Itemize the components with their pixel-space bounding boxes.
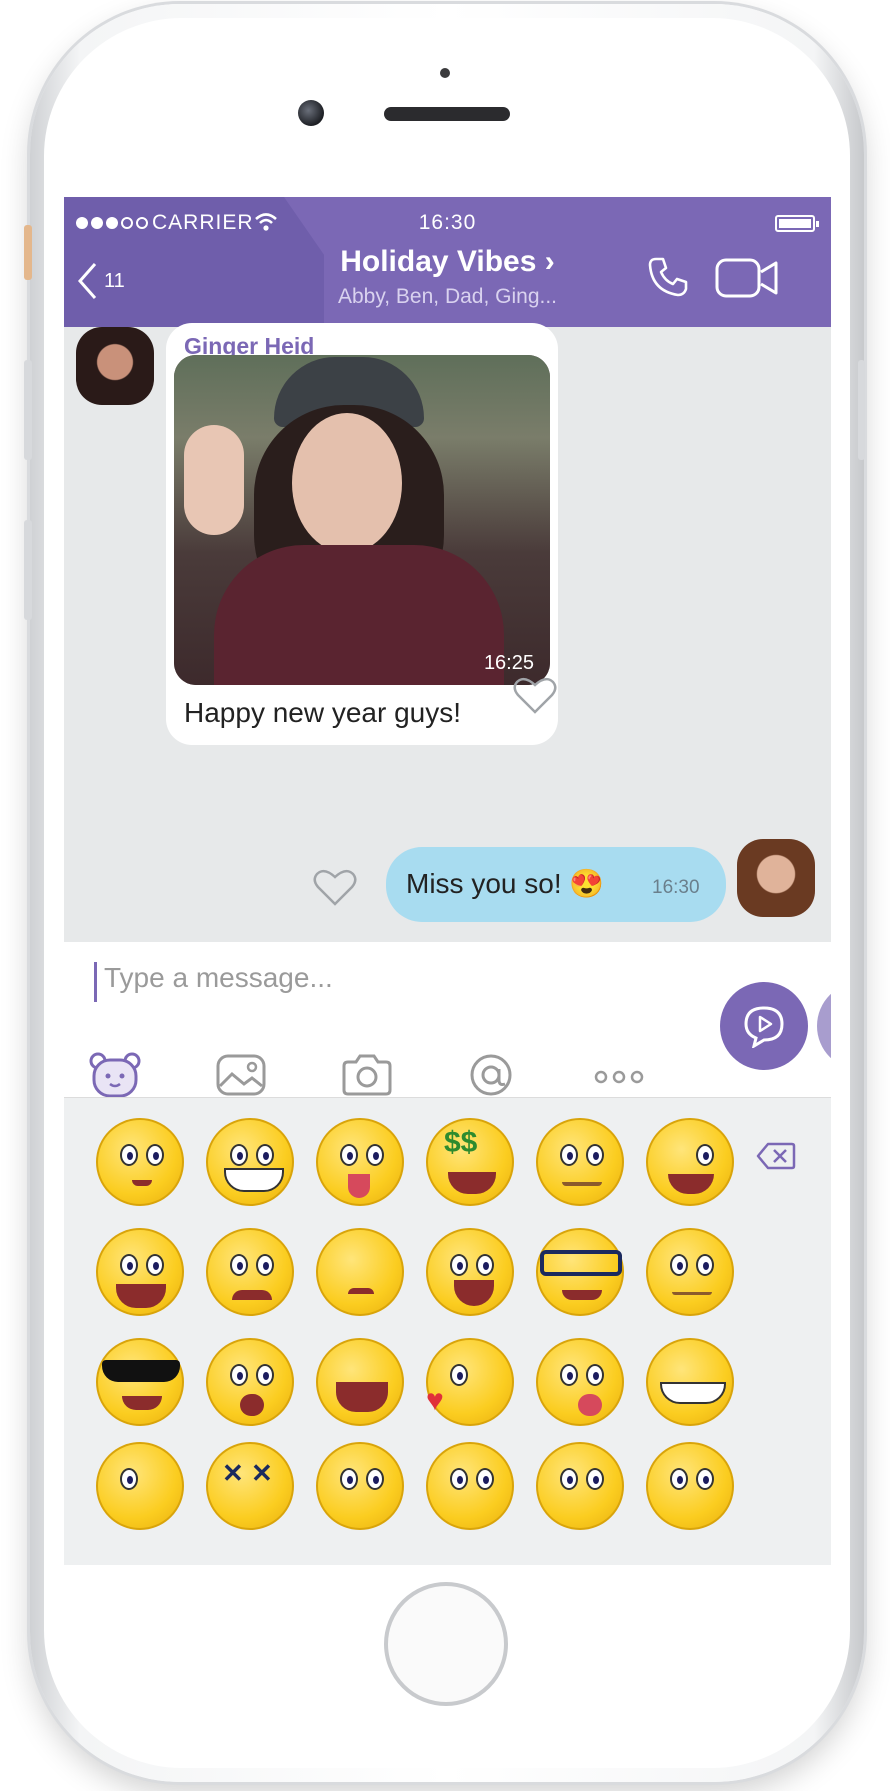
emoji-wink[interactable]: [646, 1118, 734, 1206]
message-input[interactable]: Type a message...: [104, 962, 333, 994]
emoji-crying-laugh[interactable]: [316, 1338, 404, 1426]
emoji-grimace[interactable]: [646, 1338, 734, 1426]
more-icon[interactable]: [592, 1052, 646, 1098]
sticker-icon[interactable]: [88, 1052, 142, 1098]
emoji-worried[interactable]: [206, 1228, 294, 1316]
emoji-neutral[interactable]: [316, 1442, 404, 1530]
emoji-unamused[interactable]: [426, 1442, 514, 1530]
emoji-dizzy[interactable]: [96, 1442, 184, 1530]
emoji-frown[interactable]: [536, 1442, 624, 1530]
volume-up-button: [24, 360, 32, 460]
photo-face: [292, 413, 402, 553]
chat-header: CARRIER 16:30 11 Holiday Vibes › Abby, B…: [64, 197, 831, 327]
emoji-money-eyes[interactable]: $$: [426, 1118, 514, 1206]
message-composer: Type a message...: [64, 942, 831, 1098]
emoji-shocked[interactable]: [206, 1338, 294, 1426]
emoji-kiss[interactable]: ♥: [426, 1338, 514, 1426]
photo-timestamp: 16:25: [483, 652, 534, 674]
like-heart-icon[interactable]: [512, 675, 558, 715]
gallery-icon[interactable]: [214, 1052, 268, 1098]
power-button: [858, 360, 865, 460]
status-time: 16:30: [418, 211, 477, 234]
screen: CARRIER 16:30 11 Holiday Vibes › Abby, B…: [64, 197, 831, 1565]
emoji-angry-shout[interactable]: [426, 1228, 514, 1316]
front-camera: [298, 100, 324, 126]
emoji-panel: $$ ♥ ✕ ✕: [64, 1097, 831, 1565]
secondary-action-button[interactable]: [817, 982, 831, 1070]
send-bubble-icon: [744, 1006, 784, 1048]
volume-down-button: [24, 520, 32, 620]
emoji-nervous[interactable]: [646, 1442, 734, 1530]
earpiece-speaker: [384, 107, 510, 121]
incoming-message[interactable]: Ginger Heid 16:25 Happy new year guys!: [166, 323, 558, 745]
emoji-dead[interactable]: ✕ ✕: [206, 1442, 294, 1530]
emoji-nerd[interactable]: [536, 1228, 624, 1316]
battery-icon: [775, 215, 819, 232]
emoji-silly-tongue[interactable]: [536, 1338, 624, 1426]
mention-icon[interactable]: [464, 1052, 518, 1098]
emoji-sad[interactable]: [316, 1228, 404, 1316]
send-button[interactable]: [720, 982, 808, 1070]
video-call-icon[interactable]: [714, 257, 780, 299]
emoji-pleading[interactable]: [96, 1118, 184, 1206]
emoji-meh[interactable]: [646, 1228, 734, 1316]
outgoing-timestamp: 16:30: [652, 877, 700, 898]
emoji-tongue[interactable]: [316, 1118, 404, 1206]
mute-switch: [24, 225, 32, 280]
emoji-toothy-laugh[interactable]: [96, 1228, 184, 1316]
emoji-smirk[interactable]: [536, 1118, 624, 1206]
message-text: Happy new year guys!: [184, 697, 462, 728]
outgoing-message[interactable]: Miss you so! 😍 16:30: [386, 847, 726, 922]
text-cursor: [94, 962, 97, 1002]
avatar-ginger[interactable]: [76, 327, 154, 405]
backspace-icon[interactable]: [756, 1141, 796, 1171]
call-icon[interactable]: [646, 255, 690, 299]
outgoing-text: Miss you so! 😍: [406, 868, 605, 899]
avatar-self[interactable]: [737, 839, 815, 917]
emoji-cool-sunglasses[interactable]: [96, 1338, 184, 1426]
photo-hand: [184, 425, 244, 535]
message-list[interactable]: Ginger Heid 16:25 Happy new year guys! M…: [64, 323, 831, 942]
camera-icon[interactable]: [340, 1052, 394, 1098]
proximity-sensor: [440, 68, 450, 78]
like-heart-icon-outgoing[interactable]: [312, 867, 358, 907]
emoji-big-grin[interactable]: [206, 1118, 294, 1206]
message-photo[interactable]: 16:25: [174, 355, 550, 685]
photo-sweater: [214, 545, 504, 685]
home-button[interactable]: [384, 1582, 508, 1706]
